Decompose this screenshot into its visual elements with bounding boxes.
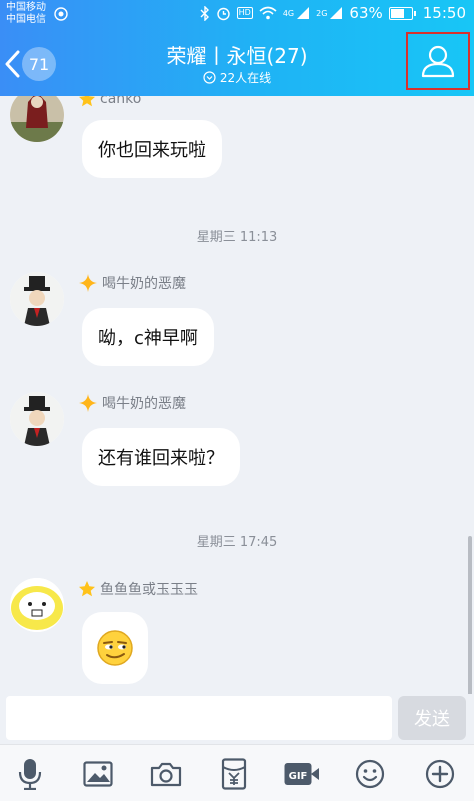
sparkle-icon [79,394,97,412]
message-bubble[interactable]: 还有谁回来啦？ [82,428,240,486]
clock: 15:50 [422,4,466,22]
user-icon [421,45,455,78]
send-button[interactable]: 发送 [398,696,466,740]
chevron-left-icon [5,50,20,78]
qq-status-icon [54,7,68,21]
red-packet-button[interactable] [214,757,254,791]
scrollbar[interactable] [468,536,472,694]
microphone-icon [18,759,42,790]
sender-name-row: 喝牛奶的恶魔 [78,272,186,294]
sender-name: 喝牛奶的恶魔 [102,276,186,292]
input-toolbar: GIF [0,744,474,801]
battery-percentage: 63% [349,4,383,22]
plus-icon [425,759,455,789]
smirk-emoji-icon [97,630,133,666]
sender-name-row: canko [78,96,141,110]
signal-icon [297,7,310,19]
carrier-2: 中国电信 [6,14,46,25]
chevron-down-circle-icon [203,71,216,84]
message-input[interactable] [6,696,392,740]
signal-2-label: 2G [316,8,328,18]
message-list[interactable]: canko 你也回来玩啦 星期三 11:13 喝牛奶的恶魔 呦，c神早啊 喝牛奶… [0,96,474,694]
carrier-info: 中国移动 中国电信 [6,2,46,26]
message-bubble[interactable]: 你也回来玩啦 [82,120,222,178]
gif-button[interactable]: GIF [282,757,322,791]
signal-1-label: 4G [282,8,295,18]
chat-title[interactable]: 荣耀丨永恒(27) [110,40,364,69]
emoji-button[interactable] [350,757,390,791]
message-bubble[interactable] [82,612,148,684]
avatar[interactable] [10,392,64,446]
more-button[interactable] [420,757,460,791]
back-button[interactable]: 71 [4,44,64,84]
bluetooth-icon [200,5,209,21]
status-icons: HD 4G 2G 63% 15:50 [200,4,466,22]
unread-count-badge: 71 [22,47,56,81]
alarm-icon [216,7,230,20]
sparkle-icon [79,274,97,292]
message-bubble[interactable]: 呦，c神早啊 [82,308,214,366]
camera-icon [150,762,182,787]
hd-icon: HD [236,7,253,19]
avatar[interactable] [10,96,64,142]
avatar[interactable] [10,578,64,632]
image-icon [83,761,113,787]
battery-icon [388,6,416,20]
avatar[interactable] [10,272,64,326]
status-bar: 中国移动 中国电信 HD 4G 2G 63% 15:50 [0,0,474,28]
sender-name-row: 鱼鱼鱼或玉玉玉 [78,578,198,600]
emoji-icon [355,759,385,789]
online-count: 22人在线 [219,71,272,85]
sender-name: 鱼鱼鱼或玉玉玉 [100,582,198,598]
avatar-image [10,392,64,446]
carrier-1: 中国移动 [6,2,46,13]
signal-icon [330,7,343,19]
image-button[interactable] [78,757,118,791]
sender-name: canko [100,96,142,107]
sender-name: 喝牛奶的恶魔 [102,396,186,412]
online-status: 22人在线 [110,69,364,86]
title-bar: 中国移动 中国电信 HD 4G 2G 63% 15:50 71 荣耀丨永恒(27… [0,0,474,96]
star-icon [79,581,95,597]
avatar-image [10,578,64,632]
red-packet-icon [221,758,247,790]
wifi-icon [259,6,277,20]
avatar-image [10,272,64,326]
group-members-button[interactable] [406,32,470,90]
timestamp: 星期三 17:45 [196,535,278,550]
gif-icon: GIF [284,763,319,785]
voice-button[interactable] [10,757,50,791]
gif-label: GIF [289,771,308,782]
camera-button[interactable] [146,757,186,791]
sender-name-row: 喝牛奶的恶魔 [78,392,186,414]
star-icon [79,96,95,107]
input-area: 发送 [0,694,474,744]
avatar-image [10,96,64,142]
timestamp: 星期三 11:13 [196,230,278,245]
